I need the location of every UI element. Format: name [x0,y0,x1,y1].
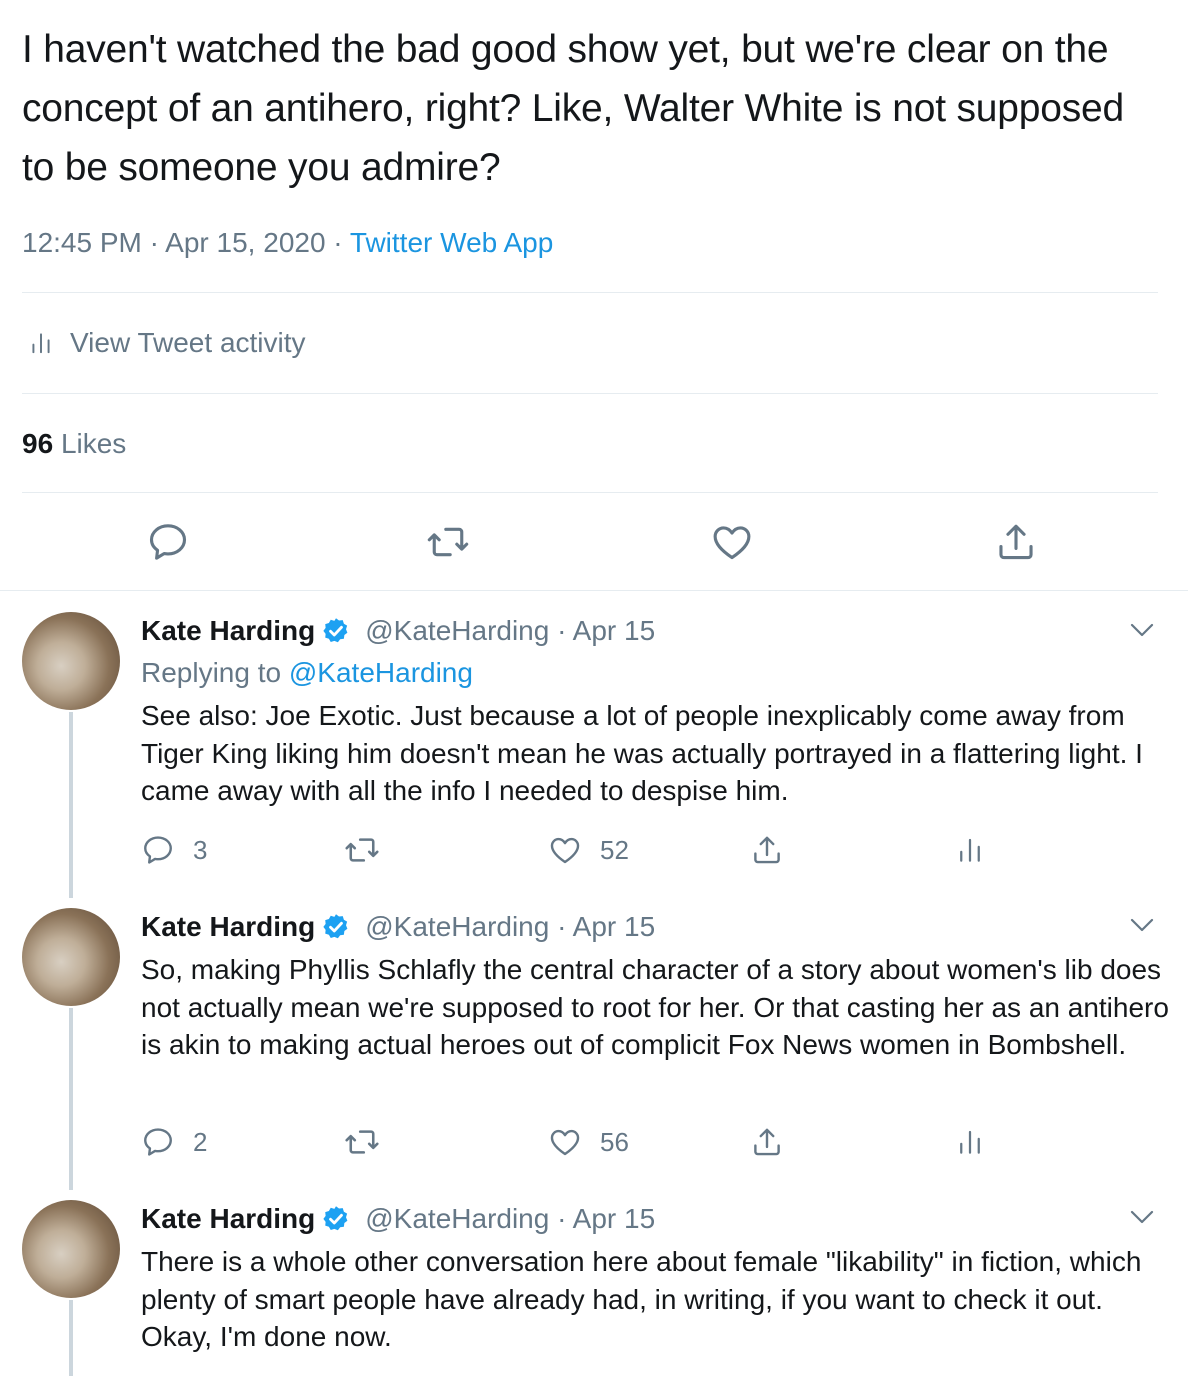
avatar[interactable] [22,612,120,710]
verified-icon [321,1204,351,1234]
divider [22,292,1158,293]
avatar[interactable] [22,1200,120,1298]
reply-count: 2 [193,1126,208,1157]
tweet-meta: 12:45 PM · Apr 15, 2020 · Twitter Web Ap… [22,224,553,262]
reply-text: There is a whole other conversation here… [141,1246,1142,1352]
chevron-down-icon[interactable] [1128,1207,1156,1227]
author-name[interactable]: Kate Harding [141,908,315,946]
tweet-source-app[interactable]: Twitter Web App [350,227,553,258]
analytics-icon [28,328,54,358]
likes-label: Likes [60,428,127,459]
author-name[interactable]: Kate Harding [141,1200,315,1238]
like-button[interactable]: 52 [548,830,629,870]
tweet-timestamp[interactable]: 12:45 PM · Apr 15, 2020 · [22,227,350,258]
replying-to: Replying to @KateHarding [141,654,473,692]
activity-label: View Tweet activity [70,327,306,358]
verified-icon [321,912,351,942]
thread-line [69,1008,73,1190]
reply-header: Kate Harding @KateHarding · Apr 15 [141,908,655,946]
thread-line [69,1300,73,1376]
like-count: 56 [600,1126,629,1157]
analytics-icon [955,833,985,867]
divider [22,492,1158,493]
retweet-button[interactable] [344,1122,380,1162]
analytics-icon [955,1125,985,1159]
reply-header: Kate Harding @KateHarding · Apr 15 [141,612,655,650]
like-icon [548,833,582,867]
reply-count: 3 [193,834,208,865]
retweet-icon [344,832,380,868]
avatar[interactable] [22,908,120,1006]
like-button[interactable]: 56 [548,1122,629,1162]
reply-button[interactable]: 2 [141,1122,207,1162]
author-name[interactable]: Kate Harding [141,612,315,650]
like-count: 52 [600,834,629,865]
reply-header: Kate Harding @KateHarding · Apr 15 [141,1200,655,1238]
view-tweet-activity-link[interactable]: View Tweet activity [28,322,306,364]
reply-action-bar: 2 56 [0,1122,1188,1162]
thread-line [69,712,73,898]
reply-icon [141,1125,175,1159]
retweet-icon [344,1124,380,1160]
reply-text: See also: Joe Exotic. Just because a lot… [141,700,1143,806]
share-icon [750,833,784,867]
reply-icon[interactable] [146,520,190,564]
share-icon[interactable] [994,520,1038,564]
replying-prefix: Replying to [141,657,289,688]
retweet-icon[interactable] [426,520,470,564]
author-handle[interactable]: @KateHarding · Apr 15 [365,612,655,650]
analytics-button[interactable] [955,830,985,870]
divider [0,590,1188,591]
reply-action-bar: 3 52 [0,830,1188,870]
likes-summary[interactable]: 96 Likes [22,423,126,465]
reply-text: So, making Phyllis Schlafly the central … [141,954,1169,1060]
share-button[interactable] [750,830,784,870]
chevron-down-icon[interactable] [1128,915,1156,935]
tweet-text: I haven't watched the bad good show yet,… [22,28,1125,189]
analytics-button[interactable] [955,1122,985,1162]
verified-icon [321,616,351,646]
divider [22,393,1158,394]
like-icon [548,1125,582,1159]
author-handle[interactable]: @KateHarding · Apr 15 [365,1200,655,1238]
tweet-action-bar [0,520,1188,570]
replying-to-link[interactable]: @KateHarding [289,657,473,688]
share-icon [750,1125,784,1159]
reply-button[interactable]: 3 [141,830,207,870]
retweet-button[interactable] [344,830,380,870]
share-button[interactable] [750,1122,784,1162]
likes-count: 96 [22,428,54,459]
chevron-down-icon[interactable] [1128,620,1156,640]
author-handle[interactable]: @KateHarding · Apr 15 [365,908,655,946]
reply-icon [141,833,175,867]
like-icon[interactable] [710,520,754,564]
